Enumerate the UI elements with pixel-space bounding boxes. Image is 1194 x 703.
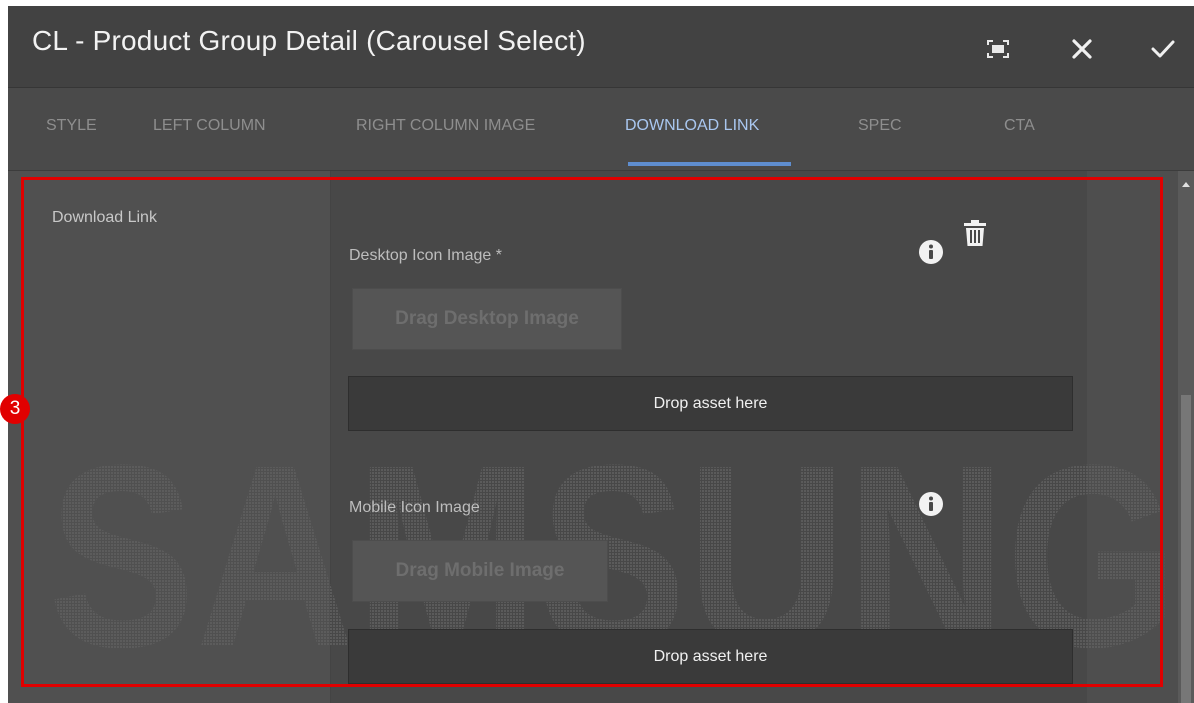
- tab-spec[interactable]: SPEC: [858, 117, 902, 135]
- scrollbar-thumb[interactable]: [1181, 395, 1191, 703]
- vertical-scrollbar[interactable]: [1178, 171, 1194, 703]
- close-icon: [1072, 39, 1092, 59]
- info-icon[interactable]: [918, 239, 944, 265]
- check-icon: [1151, 40, 1175, 58]
- done-button[interactable]: [1146, 32, 1180, 66]
- tab-cta[interactable]: CTA: [1004, 117, 1035, 135]
- fullscreen-icon: [987, 40, 1009, 58]
- dialog-title: CL - Product Group Detail (Carousel Sele…: [32, 25, 586, 56]
- mobile-drop-zone[interactable]: Drop asset here: [348, 629, 1073, 684]
- drag-desktop-image-target[interactable]: Drag Desktop Image: [352, 288, 622, 350]
- trash-icon[interactable]: [963, 219, 987, 247]
- dialog-header: CL - Product Group Detail (Carousel Sele…: [8, 6, 1194, 88]
- section-sidebar: Download Link: [8, 171, 330, 703]
- tab-style[interactable]: STYLE: [46, 117, 97, 135]
- tab-left-column[interactable]: LEFT COLUMN: [153, 117, 266, 135]
- dialog: CL - Product Group Detail (Carousel Sele…: [8, 6, 1194, 703]
- right-gutter: [1087, 171, 1178, 703]
- annotation-badge: 3: [0, 394, 30, 424]
- info-icon[interactable]: [918, 491, 944, 517]
- scroll-up-arrow-icon[interactable]: [1180, 179, 1192, 189]
- mobile-icon-label: Mobile Icon Image: [349, 499, 480, 516]
- tab-download-link[interactable]: DOWNLOAD LINK: [625, 117, 759, 135]
- tab-right-column-image[interactable]: RIGHT COLUMN IMAGE: [356, 117, 535, 135]
- active-tab-indicator: [628, 162, 791, 166]
- drag-mobile-image-target[interactable]: Drag Mobile Image: [352, 540, 608, 602]
- close-button[interactable]: [1065, 32, 1099, 66]
- tab-bar: STYLE LEFT COLUMN RIGHT COLUMN IMAGE DOW…: [8, 88, 1194, 171]
- section-label: Download Link: [52, 209, 157, 226]
- fullscreen-button[interactable]: [981, 32, 1015, 66]
- dialog-content: Download Link SAMSUNG Desktop Icon Image…: [8, 171, 1178, 703]
- desktop-drop-zone[interactable]: Drop asset here: [348, 376, 1073, 431]
- desktop-icon-label: Desktop Icon Image *: [349, 247, 502, 264]
